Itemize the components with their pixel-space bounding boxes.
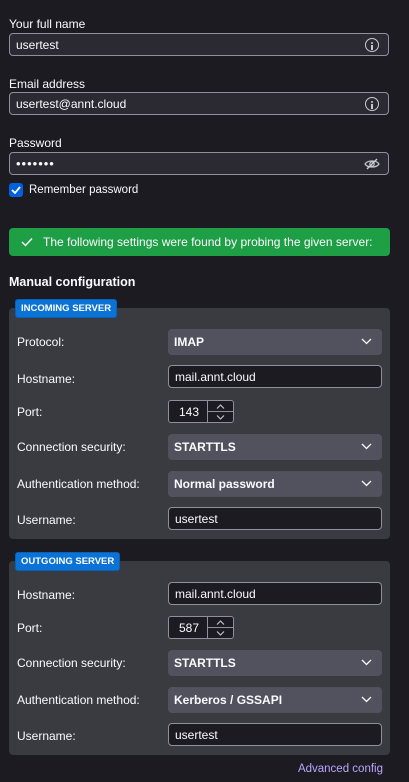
email-value: usertest@annt.cloud [16, 96, 127, 111]
outgoing-hostname-input[interactable]: mail.annt.cloud [168, 582, 382, 605]
incoming-security-select[interactable]: STARTTLS [168, 434, 382, 460]
incoming-hostname-label: Hostname: [17, 372, 76, 386]
full-name-input[interactable]: usertest [9, 33, 389, 56]
outgoing-port-value: 587 [179, 620, 200, 635]
check-icon [21, 238, 33, 247]
outgoing-auth-value: Kerberos / GSSAPI [174, 693, 283, 707]
outgoing-username-label: Username: [17, 729, 76, 743]
outgoing-username-value: usertest [175, 727, 218, 742]
outgoing-security-select[interactable]: STARTTLS [168, 650, 382, 676]
outgoing-security-value: STARTTLS [174, 656, 236, 670]
info-icon[interactable] [365, 38, 379, 52]
chevron-up-icon [216, 620, 225, 625]
outgoing-hostname-value: mail.annt.cloud [175, 586, 256, 601]
info-icon[interactable] [365, 97, 379, 111]
checkmark-icon [11, 186, 21, 194]
remember-password-label[interactable]: Remember password [29, 184, 138, 196]
incoming-server-badge: INCOMING SERVER [16, 300, 117, 317]
chevron-up-icon [216, 404, 225, 409]
banner-text: The following settings were found by pro… [43, 235, 373, 249]
chevron-down-icon [216, 414, 225, 420]
incoming-hostname-value: mail.annt.cloud [175, 369, 256, 384]
incoming-security-label: Connection security: [17, 440, 126, 454]
incoming-hostname-input[interactable]: mail.annt.cloud [168, 365, 382, 388]
chevron-down-icon [361, 338, 372, 345]
chevron-down-icon [216, 630, 225, 636]
incoming-auth-label: Authentication method: [17, 477, 140, 491]
chevron-down-icon [361, 480, 372, 487]
password-value: ••••••• [16, 156, 55, 171]
email-label: Email address [9, 77, 86, 91]
eye-slash-icon[interactable] [364, 158, 380, 170]
port-stepper[interactable] [207, 401, 233, 422]
password-input[interactable]: ••••••• [9, 152, 389, 175]
incoming-port-input[interactable]: 143 [168, 400, 234, 423]
advanced-config-link[interactable]: Advanced config [298, 763, 383, 775]
outgoing-security-label: Connection security: [17, 656, 126, 670]
outgoing-auth-select[interactable]: Kerberos / GSSAPI [168, 687, 382, 713]
remember-password-checkbox[interactable] [9, 183, 23, 197]
outgoing-port-input[interactable]: 587 [168, 616, 234, 639]
manual-configuration-title: Manual configuration [9, 275, 136, 289]
incoming-auth-select[interactable]: Normal password [168, 471, 382, 497]
full-name-label: Your full name [9, 17, 86, 31]
protocol-value: IMAP [174, 335, 204, 349]
full-name-value: usertest [16, 37, 59, 52]
outgoing-port-label: Port: [17, 621, 43, 635]
port-stepper[interactable] [207, 617, 233, 638]
chevron-down-icon [361, 443, 372, 450]
incoming-security-value: STARTTLS [174, 440, 236, 454]
outgoing-hostname-label: Hostname: [17, 588, 76, 602]
email-input[interactable]: usertest@annt.cloud [9, 92, 389, 115]
incoming-port-value: 143 [179, 404, 200, 419]
incoming-auth-value: Normal password [174, 477, 275, 491]
outgoing-username-input[interactable]: usertest [168, 723, 382, 746]
port-increment-button[interactable] [208, 401, 233, 412]
port-decrement-button[interactable] [208, 412, 233, 423]
password-label: Password [9, 136, 62, 150]
probe-success-banner: The following settings were found by pro… [9, 228, 390, 256]
outgoing-auth-label: Authentication method: [17, 693, 140, 707]
chevron-down-icon [361, 696, 372, 703]
incoming-username-input[interactable]: usertest [168, 507, 382, 530]
port-decrement-button[interactable] [208, 628, 233, 639]
incoming-username-label: Username: [17, 513, 76, 527]
outgoing-server-badge: OUTGOING SERVER [16, 553, 120, 570]
port-increment-button[interactable] [208, 617, 233, 628]
chevron-down-icon [361, 659, 372, 666]
protocol-select[interactable]: IMAP [168, 329, 382, 355]
protocol-label: Protocol: [17, 335, 65, 349]
incoming-port-label: Port: [17, 405, 43, 419]
incoming-username-value: usertest [175, 511, 218, 526]
